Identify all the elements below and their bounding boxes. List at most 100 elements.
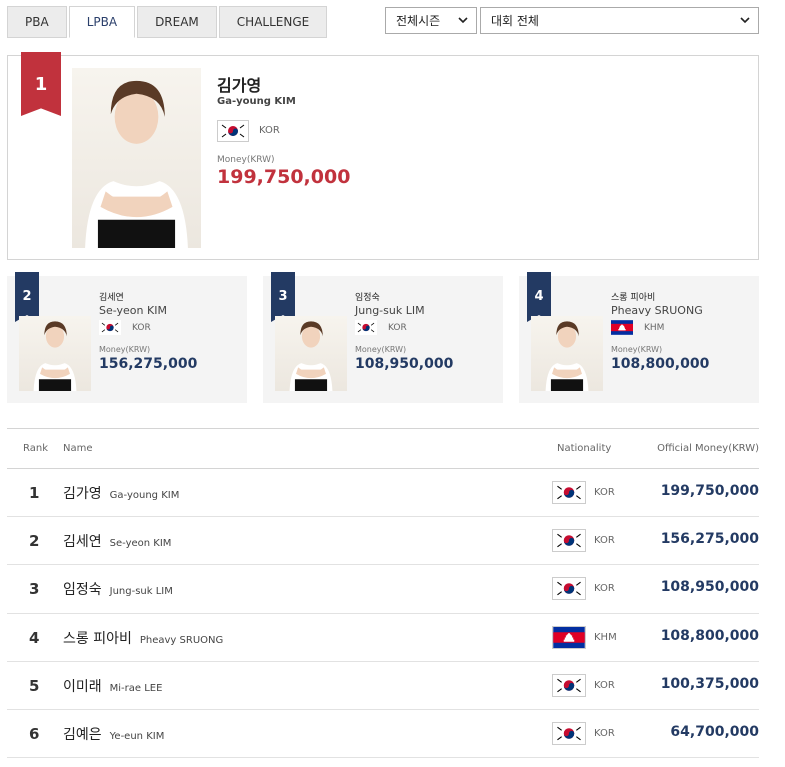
player-photo — [275, 316, 347, 391]
row-nationality: KOR — [594, 487, 615, 498]
row-name-en: Se-yeon KIM — [109, 538, 172, 550]
nationality-code: KHM — [644, 323, 665, 333]
player-money: 199,750,000 — [217, 166, 351, 188]
row-nationality: KOR — [594, 535, 615, 547]
player-money: 156,275,000 — [99, 356, 198, 372]
korea-flag-icon — [355, 320, 377, 335]
row-name-en: Mi-rae LEE — [109, 682, 163, 694]
korea-flag-icon — [552, 529, 586, 553]
row-name[interactable]: 김예은 Ye-eun KIM — [63, 724, 164, 744]
player-money: 108,950,000 — [355, 356, 454, 372]
tournament-select-value: 대회 전체 — [491, 14, 539, 28]
row-nationality: KHM — [594, 631, 617, 643]
korea-flag-icon — [217, 120, 249, 142]
row-money: 64,700,000 — [670, 723, 759, 740]
player-photo — [72, 68, 201, 248]
header-money: Official Money(KRW) — [657, 443, 759, 454]
player-card-rank-2[interactable]: 2 김세연 Se-yeon KIM KOR Money(KRW) 156,275… — [7, 272, 247, 403]
korea-flag-icon — [99, 320, 121, 335]
money-label: Money(KRW) — [355, 345, 407, 354]
row-money: 108,800,000 — [660, 627, 759, 644]
season-select[interactable]: 전체시즌 — [385, 7, 477, 34]
player-name-ko: 스롱 피아비 — [611, 293, 656, 303]
player-card-rank-4[interactable]: 4 스롱 피아비 Pheavy SRUONG KHM Money(KRW) 10… — [519, 272, 759, 403]
nationality-code: KOR — [388, 323, 407, 333]
cambodia-flag-icon — [552, 625, 586, 649]
nationality-code: KOR — [132, 323, 151, 333]
player-name-ko: 임정숙 — [355, 293, 380, 303]
row-name-en: Ga-young KIM — [109, 490, 180, 501]
table-row[interactable]: 3 임정숙 Jung-suk LIM KOR 108,950,000 — [7, 565, 759, 614]
rank-ribbon: 1 — [21, 52, 61, 116]
row-name[interactable]: 임정숙 Jung-suk LIM — [63, 579, 173, 599]
row-name-en: Pheavy SRUONG — [139, 634, 224, 646]
row-rank: 1 — [29, 484, 40, 502]
row-money: 100,375,000 — [660, 675, 759, 692]
korea-flag-icon — [552, 481, 586, 504]
cambodia-flag-icon — [611, 320, 633, 335]
row-name[interactable]: 김가영 Ga-young KIM — [63, 483, 179, 503]
row-name[interactable]: 이미래 Mi-rae LEE — [63, 676, 162, 696]
row-name-ko: 스롱 피아비 — [63, 630, 132, 647]
korea-flag-icon — [552, 721, 586, 745]
row-rank: 5 — [29, 676, 40, 695]
table-row[interactable]: 1 김가영 Ga-young KIM KOR 199,750,000 — [7, 469, 759, 518]
header-rank: Rank — [23, 443, 48, 454]
row-name-ko: 임정숙 — [63, 582, 102, 599]
money-label: Money(KRW) — [99, 345, 151, 354]
row-name-ko: 김세연 — [63, 534, 102, 551]
player-name-en: Ga-young KIM — [217, 96, 296, 107]
rank-ribbon: 2 — [15, 272, 39, 322]
row-money: 199,750,000 — [660, 483, 759, 499]
player-card-rank-3[interactable]: 3 임정숙 Jung-suk LIM KOR Money(KRW) 108,95… — [263, 272, 503, 403]
row-name[interactable]: 스롱 피아비 Pheavy SRUONG — [63, 628, 223, 648]
row-name-en: Jung-suk LIM — [109, 586, 173, 598]
player-money: 108,800,000 — [611, 356, 710, 372]
ranking-table: Rank Name Nationality Official Money(KRW… — [7, 428, 759, 759]
row-name[interactable]: 김세연 Se-yeon KIM — [63, 531, 171, 551]
row-money: 108,950,000 — [660, 579, 759, 596]
header-name: Name — [63, 443, 93, 454]
tab-lpba[interactable]: LPBA — [68, 6, 136, 38]
table-row[interactable]: 2 김세연 Se-yeon KIM KOR 156,275,000 — [7, 517, 759, 566]
row-money: 156,275,000 — [660, 531, 759, 548]
top-player-card[interactable]: 1 김가영 Ga-young KIM KOR Money(KRW) 199,75… — [7, 52, 759, 260]
row-nationality: KOR — [594, 727, 615, 739]
table-header: Rank Name Nationality Official Money(KRW… — [7, 429, 759, 469]
tab-pba[interactable]: PBA — [7, 6, 67, 38]
row-nationality: KOR — [594, 583, 615, 595]
row-rank: 6 — [29, 724, 40, 743]
korea-flag-icon — [552, 577, 586, 601]
rank-ribbon: 4 — [527, 272, 551, 322]
money-label: Money(KRW) — [611, 345, 663, 354]
table-row[interactable]: 5 이미래 Mi-rae LEE KOR 100,375,000 — [7, 662, 759, 710]
player-name-en: Jung-suk LIM — [355, 304, 425, 317]
row-nationality: KOR — [594, 679, 615, 691]
row-rank: 2 — [29, 532, 40, 551]
rank-ribbon: 3 — [271, 272, 295, 322]
player-name-en: Se-yeon KIM — [99, 304, 167, 317]
nationality-code: KOR — [259, 125, 280, 136]
row-rank: 4 — [29, 628, 40, 647]
row-rank: 3 — [29, 580, 40, 599]
tab-dream[interactable]: DREAM — [137, 6, 217, 38]
tournament-select[interactable]: 대회 전체 — [480, 7, 759, 34]
player-photo — [19, 316, 91, 391]
row-name-ko: 김예은 — [63, 726, 102, 743]
tour-tabs: PBA LPBA DREAM CHALLENGE — [7, 6, 329, 38]
table-row[interactable]: 4 스롱 피아비 Pheavy SRUONG KHM 108,800,000 — [7, 614, 759, 662]
player-name-ko: 김세연 — [99, 293, 124, 303]
player-name-en: Pheavy SRUONG — [611, 304, 703, 317]
money-label: Money(KRW) — [217, 155, 275, 165]
header-nationality: Nationality — [557, 443, 612, 454]
season-select-value: 전체시즌 — [396, 14, 441, 28]
row-name-en: Ye-eun KIM — [109, 730, 165, 742]
table-row[interactable]: 6 김예은 Ye-eun KIM KOR 64,700,000 — [7, 710, 759, 759]
row-name-ko: 김가영 — [63, 486, 102, 502]
tab-challenge[interactable]: CHALLENGE — [218, 6, 328, 38]
player-photo — [531, 316, 603, 391]
chevron-down-icon — [740, 17, 750, 24]
korea-flag-icon — [552, 673, 586, 697]
row-name-ko: 이미래 — [63, 678, 102, 695]
player-name-ko: 김가영 — [217, 76, 262, 95]
